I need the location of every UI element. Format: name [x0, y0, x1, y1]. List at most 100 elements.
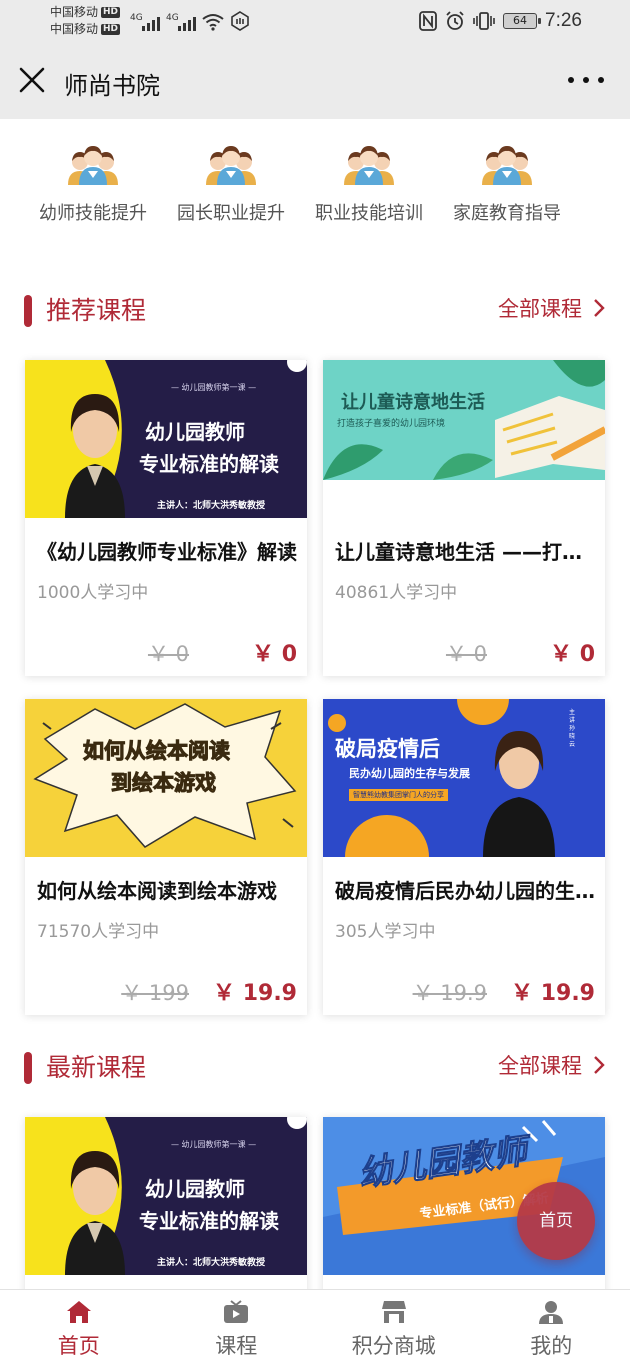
clock: 7:26 — [545, 10, 582, 31]
thumb-series-label: — 幼儿园教师第一课 — — [171, 383, 257, 392]
tab-label: 课程 — [215, 1334, 258, 1358]
category-item[interactable]: 园长职业提升 — [162, 145, 300, 225]
tab-label: 积分商城 — [351, 1334, 436, 1358]
category-label: 幼师技能提升 — [39, 203, 147, 224]
thumb-line-1: 让儿童诗意地生活 — [341, 392, 485, 413]
category-label: 职业技能培训 — [315, 203, 423, 224]
current-price: ￥ 19.9 — [213, 981, 297, 1006]
course-thumbnail: 让儿童诗意地生活 打造孩子喜爱的幼儿园环境 — [323, 360, 605, 518]
tab-profile[interactable]: 我的 — [473, 1290, 630, 1366]
tab-label: 首页 — [57, 1334, 100, 1358]
thumb-line-1: 如何从绘本阅读 — [83, 739, 231, 764]
hd-badge-1: HD — [101, 7, 121, 18]
main-content: 幼师技能提升 园长职业提升 职业技能培训 家庭教育指导 推荐课程 全部课程 — … — [0, 119, 630, 1289]
group-icon — [482, 146, 532, 185]
carrier-1: 中国移动 — [50, 5, 99, 19]
course-card[interactable]: 如何从绘本阅读 到绘本游戏 如何从绘本阅读到绘本游戏 71570人学习中 ￥ 1… — [25, 699, 307, 1015]
hd-badge-2: HD — [101, 24, 121, 35]
original-price: ￥ 0 — [147, 642, 189, 666]
chevron-right-icon — [594, 1056, 605, 1074]
category-item[interactable]: 职业技能培训 — [300, 145, 438, 225]
bottom-tab-bar: 首页 课程 积分商城 我的 — [0, 1289, 630, 1366]
more-icon — [568, 77, 574, 83]
course-title: 《幼儿园教师专业标准》解读 — [37, 540, 297, 564]
learner-count: 40861人学习中 — [335, 583, 458, 603]
thumb-series-label: — 幼儿园教师第一课 — — [171, 1140, 257, 1149]
thumb-speaker: 主讲人：北师大洪秀敏教授 — [157, 1258, 266, 1268]
course-card[interactable]: 让儿童诗意地生活 打造孩子喜爱的幼儿园环境 让儿童诗意地生活 ——打造孩子喜爱的… — [323, 360, 605, 676]
course-card[interactable]: 破局疫情后 民办幼儿园的生存与发展 智慧熊幼教集团掌门人的分享 主讲 孙晓云 破… — [323, 699, 605, 1015]
course-title: 如何从绘本阅读到绘本游戏 — [37, 879, 277, 903]
hotspot-icon — [231, 11, 249, 31]
tab-store[interactable]: 积分商城 — [315, 1290, 473, 1366]
category-item[interactable]: 家庭教育指导 — [438, 145, 576, 225]
signal-2-icon: 4G — [166, 13, 196, 31]
thumb-line-2: 专业标准的解读 — [139, 452, 279, 476]
home-icon — [66, 1301, 91, 1323]
latest-section-header: 最新课程 全部课程 — [24, 1046, 606, 1086]
thumb-line-1: 幼儿园教师 — [145, 420, 245, 444]
recommended-section-header: 推荐课程 全部课程 — [24, 289, 606, 329]
carrier-info: 中国移动 HD 中国移动 HD — [50, 4, 121, 38]
section-accent-bar — [24, 295, 32, 327]
thumb-speaker: 主讲 孙晓云 — [569, 709, 576, 748]
group-icon — [206, 146, 256, 185]
section-accent-bar — [24, 1052, 32, 1084]
category-item[interactable]: 幼师技能提升 — [24, 145, 162, 225]
tv-icon — [224, 1300, 249, 1323]
current-price: ￥ 0 — [550, 642, 595, 667]
current-price: ￥ 0 — [252, 642, 297, 667]
user-icon — [539, 1301, 564, 1324]
wifi-icon — [202, 14, 224, 31]
tab-home[interactable]: 首页 — [0, 1290, 158, 1366]
section-title: 推荐课程 — [46, 296, 147, 325]
alarm-icon — [446, 11, 464, 30]
section-title: 最新课程 — [46, 1053, 147, 1082]
current-price: ￥ 19.9 — [511, 981, 595, 1006]
original-price: ￥ 19.9 — [412, 981, 487, 1005]
tab-label: 我的 — [530, 1334, 573, 1358]
course-card[interactable]: — 幼儿园教师第一课 — 幼儿园教师 专业标准的解读 主讲人：北师大洪秀敏教授 — [25, 1117, 307, 1289]
app-header: 师尚书院 — [0, 44, 630, 119]
all-courses-link[interactable]: 全部课程 — [498, 293, 606, 323]
original-price: ￥ 0 — [445, 642, 487, 666]
carrier-2: 中国移动 — [50, 22, 99, 36]
category-label: 家庭教育指导 — [453, 203, 561, 224]
thumb-note: 智慧熊幼教集团掌门人的分享 — [349, 789, 448, 801]
category-label: 园长职业提升 — [177, 203, 285, 224]
learner-count: 71570人学习中 — [37, 922, 160, 942]
course-card[interactable]: — 幼儿园教师第一课 — 幼儿园教师 专业标准的解读 主讲人：北师大洪秀敏教授 … — [25, 360, 307, 676]
all-courses-label: 全部课程 — [498, 1054, 582, 1078]
course-thumbnail: — 幼儿园教师第一课 — 幼儿园教师 专业标准的解读 主讲人：北师大洪秀敏教授 — [25, 1117, 307, 1275]
nfc-icon — [419, 11, 437, 31]
category-row: 幼师技能提升 园长职业提升 职业技能培训 家庭教育指导 — [24, 145, 584, 225]
page-title: 师尚书院 — [64, 72, 160, 100]
thumb-line-2: 打造孩子喜爱的幼儿园环境 — [337, 419, 446, 429]
thumb-speaker: 主讲人：北师大洪秀敏教授 — [157, 501, 266, 511]
course-thumbnail: 如何从绘本阅读 到绘本游戏 — [25, 699, 307, 857]
course-title: 让儿童诗意地生活 ——打造孩子喜爱的幼儿园环境 — [335, 540, 597, 564]
learner-count: 1000人学习中 — [37, 583, 149, 603]
original-price: ￥ 199 — [121, 981, 189, 1005]
thumb-line-1: 幼儿园教师 — [145, 1177, 245, 1201]
store-icon — [381, 1301, 406, 1323]
close-button[interactable] — [16, 64, 48, 96]
all-courses-label: 全部课程 — [498, 297, 582, 321]
course-thumbnail: — 幼儿园教师第一课 — 幼儿园教师 专业标准的解读 主讲人：北师大洪秀敏教授 — [25, 360, 307, 518]
thumb-line-2: 到绘本游戏 — [111, 771, 217, 796]
floating-home-button[interactable]: 首页 — [517, 1182, 595, 1260]
learner-count: 305人学习中 — [335, 922, 436, 942]
tab-courses[interactable]: 课程 — [158, 1290, 316, 1366]
status-right: 64 7:26 — [419, 10, 582, 32]
signal-1-icon: 4G — [130, 13, 160, 31]
course-title: 破局疫情后民办幼儿园的生存与发展 — [335, 879, 597, 903]
group-icon — [68, 146, 118, 185]
chevron-right-icon — [594, 299, 605, 317]
signal-indicators: 4G 4G — [130, 11, 250, 31]
all-courses-link[interactable]: 全部课程 — [498, 1050, 606, 1080]
more-button[interactable] — [568, 68, 604, 92]
status-bar: 中国移动 HD 中国移动 HD 4G 4G 64 7:26 — [0, 0, 630, 44]
thumb-line-2: 专业标准的解读 — [139, 1209, 279, 1233]
thumb-line-2: 民办幼儿园的生存与发展 — [349, 767, 470, 780]
battery-icon: 64 — [503, 13, 542, 29]
